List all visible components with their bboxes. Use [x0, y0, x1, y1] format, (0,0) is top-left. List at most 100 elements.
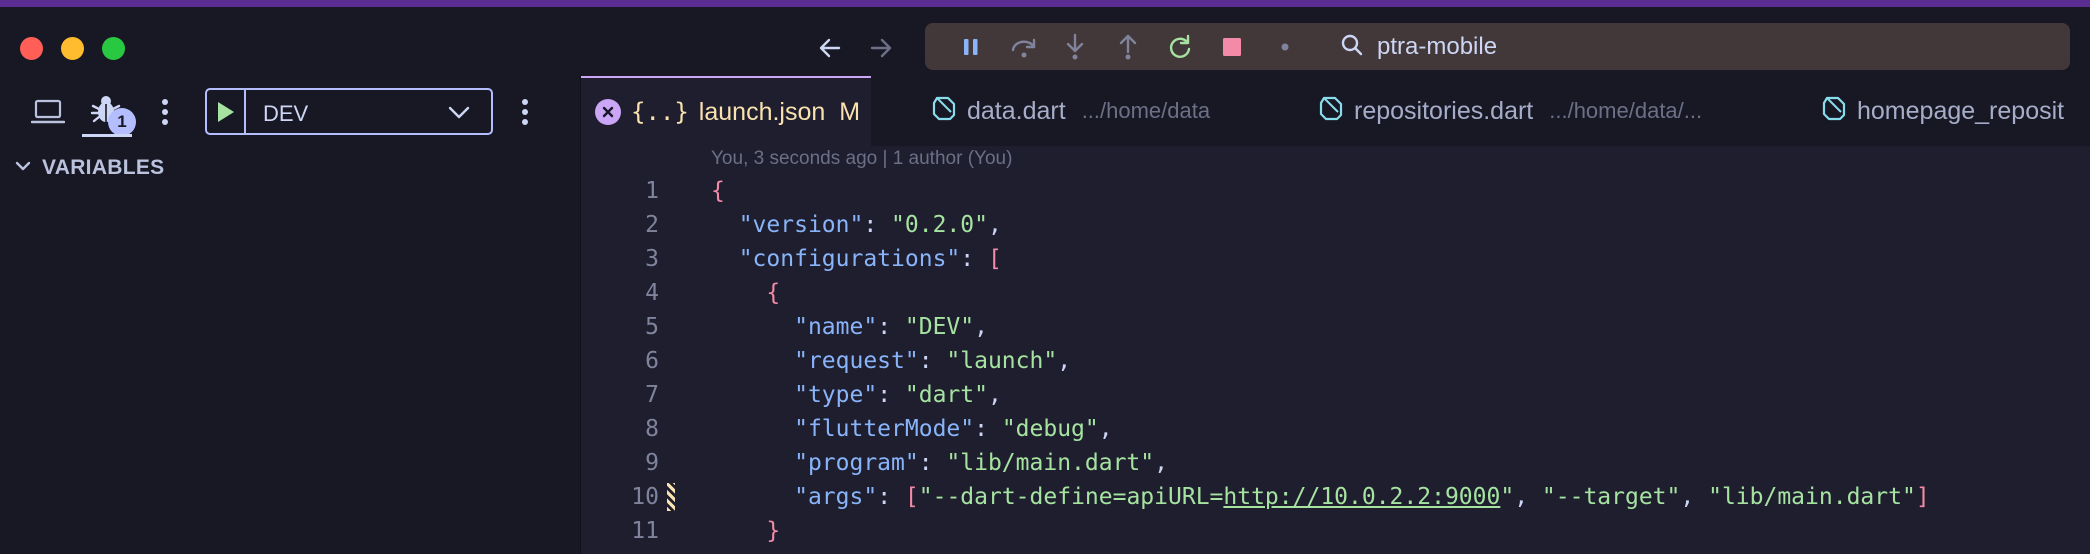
code-line[interactable]: 7 "type": "dart",: [581, 378, 2090, 412]
code-token: :: [877, 382, 905, 408]
stop-icon[interactable]: [1216, 31, 1248, 63]
dart-file-icon: [1318, 95, 1344, 128]
code-line[interactable]: 6 "request": "launch",: [581, 344, 2090, 378]
code-token: "name": [794, 314, 878, 340]
tab-path: .../home/data/...: [1549, 98, 1703, 123]
code-token: ]: [1915, 484, 1930, 510]
code-line[interactable]: 9 "program": "lib/main.dart",: [581, 446, 2090, 480]
code-line[interactable]: 10 "args": ["--dart-define=apiURL=http:/…: [581, 480, 2090, 514]
code-content: }: [711, 514, 780, 548]
minimize-window-button[interactable]: [61, 37, 84, 60]
step-into-icon[interactable]: [1059, 31, 1091, 63]
line-number: 3: [645, 246, 659, 272]
start-debugging-play-icon[interactable]: [207, 90, 246, 133]
code-line[interactable]: 3 "configurations": [: [581, 242, 2090, 276]
line-number: 11: [631, 518, 659, 544]
more-actions-icon[interactable]: [150, 92, 180, 132]
code-token: "dart": [904, 382, 988, 408]
code-line[interactable]: 5 "name": "DEV",: [581, 310, 2090, 344]
code-token: ,: [987, 212, 1002, 238]
code-token: :: [974, 416, 1002, 442]
step-out-icon[interactable]: [1112, 31, 1144, 63]
explorer-laptop-icon[interactable]: [28, 92, 68, 132]
code-token: [: [987, 246, 1002, 272]
restart-icon[interactable]: [1164, 31, 1196, 63]
tab-label: homepage_reposit: [1857, 96, 2065, 125]
variables-section-label: VARIABLES: [42, 156, 165, 179]
tab-label: data.dart: [967, 96, 1066, 125]
code-token: "--target": [1541, 484, 1681, 510]
dart-file-icon: [1821, 95, 1847, 128]
json-file-icon: {..}: [631, 98, 689, 126]
code-token: :: [918, 450, 947, 476]
code-content: "version": "0.2.0",: [711, 208, 1002, 242]
line-number: 6: [645, 348, 659, 374]
code-token: "debug": [1001, 416, 1099, 442]
code-line[interactable]: 2 "version": "0.2.0",: [581, 208, 2090, 242]
launch-config-select[interactable]: DEV: [205, 88, 493, 135]
line-number: 9: [645, 450, 659, 476]
code-content: "flutterMode": "debug",: [711, 412, 1113, 446]
tab-homepage-repository[interactable]: homepage_reposit: [1821, 76, 2064, 146]
line-number: 8: [645, 416, 659, 442]
line-number: 5: [645, 314, 659, 340]
debug-session-badge: 1: [108, 108, 136, 136]
code-token: "configurations": [738, 246, 961, 272]
code-editor[interactable]: You, 3 seconds ago | 1 author (You) 1{2 …: [581, 146, 2090, 554]
code-token: "0.2.0": [891, 212, 988, 238]
close-window-button[interactable]: [20, 37, 43, 60]
pause-icon[interactable]: [955, 31, 987, 63]
tab-repositories-dart[interactable]: repositories.dart .../home/data/...: [1318, 76, 1702, 146]
active-view-indicator: [82, 134, 132, 137]
code-token: "flutterMode": [794, 416, 975, 442]
tab-launch-json[interactable]: {..} launch.json M: [581, 76, 871, 146]
code-token[interactable]: http://10.0.2.2:9000: [1223, 484, 1500, 510]
zoom-window-button[interactable]: [102, 37, 125, 60]
window-top-accent: [0, 0, 2090, 7]
close-icon[interactable]: [595, 99, 621, 125]
code-content: "program": "lib/main.dart",: [711, 446, 1168, 480]
step-over-icon[interactable]: [1008, 31, 1040, 63]
command-center-search-text[interactable]: ptra-mobile: [1377, 33, 1497, 61]
tab-label: repositories.dart: [1354, 96, 1534, 125]
tab-label: launch.json: [698, 97, 826, 126]
code-line[interactable]: 8 "flutterMode": "debug",: [581, 412, 2090, 446]
code-token: {: [711, 178, 725, 204]
code-line[interactable]: 11 }: [581, 514, 2090, 548]
code-token: ,: [1098, 416, 1113, 442]
code-token: "program": [794, 450, 919, 476]
command-center[interactable]: [925, 23, 2070, 70]
debug-more-actions-icon[interactable]: [510, 92, 540, 132]
code-token: :: [877, 484, 905, 510]
debug-sidebar: [0, 76, 581, 554]
launch-config-label: DEV: [263, 101, 309, 126]
code-content: "configurations": [: [711, 242, 1002, 276]
code-token: "request": [794, 348, 919, 374]
code-content: "name": "DEV",: [711, 310, 988, 344]
code-line[interactable]: 1{: [581, 174, 2090, 208]
back-arrow-icon[interactable]: [813, 31, 847, 65]
code-token: ,: [974, 314, 988, 340]
code-token: "lib/main.dart": [1708, 484, 1916, 510]
tab-data-dart[interactable]: data.dart .../home/data: [931, 76, 1210, 146]
dart-file-icon: [931, 95, 957, 128]
forward-arrow-icon[interactable]: [864, 31, 898, 65]
line-number: 1: [645, 178, 659, 204]
code-token: "--dart-define=apiURL=: [918, 484, 1224, 510]
line-number: 4: [645, 280, 659, 306]
search-icon: [1340, 33, 1366, 59]
code-content: "args": ["--dart-define=apiURL=http://10…: [711, 480, 1930, 514]
code-content: "type": "dart",: [711, 378, 1002, 412]
code-token: {: [766, 280, 781, 306]
code-token: :: [877, 314, 905, 340]
variables-section-header[interactable]: VARIABLES: [14, 156, 165, 180]
code-line[interactable]: 4 {: [581, 276, 2090, 310]
